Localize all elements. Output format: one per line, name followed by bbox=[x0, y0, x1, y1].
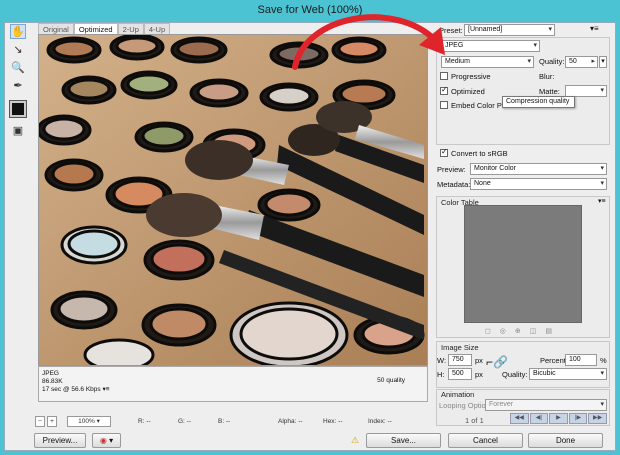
toggle-slices-icon[interactable]: ▣ bbox=[10, 123, 26, 138]
optimized-label: Optimized bbox=[451, 87, 485, 96]
animation-controls: ◀◀ ◀| ▶ |▶ ▶▶ bbox=[510, 413, 607, 424]
tab-optimized[interactable]: Optimized bbox=[73, 23, 118, 34]
height-unit: px bbox=[475, 370, 483, 379]
resample-quality-label: Quality: bbox=[502, 370, 528, 379]
width-unit: px bbox=[475, 356, 483, 365]
embed-color-profile-checkbox[interactable] bbox=[440, 101, 448, 109]
preset-select[interactable]: [Unnamed] ▾ bbox=[464, 24, 555, 36]
save-button[interactable]: Save... bbox=[366, 433, 441, 448]
preview-label: Preview: bbox=[437, 165, 466, 174]
info-quality: 50 quality bbox=[377, 377, 405, 384]
cancel-button[interactable]: Cancel bbox=[448, 433, 523, 448]
compression-quality-tooltip: Compression quality bbox=[502, 96, 575, 108]
readout-b: B: -- bbox=[218, 418, 231, 425]
eyedropper-color-swatch[interactable] bbox=[9, 100, 27, 118]
image-size-title: Image Size bbox=[441, 343, 479, 352]
resample-quality-select[interactable]: Bicubic ▾ bbox=[529, 368, 607, 380]
browser-select-button[interactable]: ◉ ▾ bbox=[92, 433, 121, 448]
percent-input[interactable]: 100 bbox=[565, 354, 597, 366]
percent-label: Percent: bbox=[540, 356, 568, 365]
readout-alpha: Alpha: -- bbox=[278, 418, 303, 425]
metadata-select[interactable]: None ▾ bbox=[470, 178, 607, 190]
optimized-checkbox[interactable] bbox=[440, 85, 448, 95]
zoom-out-button[interactable]: − bbox=[35, 416, 45, 427]
slice-select-tool-icon[interactable]: ↘ bbox=[10, 42, 26, 57]
tab-4-up[interactable]: 4-Up bbox=[143, 23, 171, 34]
height-input[interactable]: 500 bbox=[448, 368, 472, 380]
hand-tool-icon[interactable]: ✋ bbox=[10, 24, 26, 39]
readout-g: G: -- bbox=[178, 418, 191, 425]
readout-hex: Hex: -- bbox=[323, 418, 343, 425]
done-button[interactable]: Done bbox=[528, 433, 603, 448]
convert-srgb-checkbox[interactable] bbox=[440, 147, 448, 157]
file-format-select[interactable]: JPEG ▾ bbox=[441, 40, 540, 52]
color-table-tool-icons[interactable]: ◻◎⊕◫▤ bbox=[485, 327, 561, 335]
preview-color-select[interactable]: Monitor Color ▾ bbox=[470, 163, 607, 175]
previous-frame-icon[interactable]: ◀| bbox=[529, 413, 549, 424]
zoom-level-select[interactable]: 100% ▾ bbox=[67, 416, 111, 427]
quality-slider-arrow[interactable]: ▾ bbox=[599, 56, 607, 68]
percent-sign: % bbox=[600, 356, 607, 365]
height-label: H: bbox=[437, 370, 445, 379]
matte-label: Matte: bbox=[539, 87, 560, 96]
preview-button[interactable]: Preview... bbox=[34, 433, 86, 448]
constrain-proportions-link-icon[interactable]: ⌐🔗 bbox=[486, 355, 508, 369]
optimize-menu-icon[interactable]: ▾≡ bbox=[590, 24, 599, 33]
width-label: W: bbox=[437, 356, 447, 365]
color-table-menu-icon[interactable]: ▾≡ bbox=[598, 197, 606, 205]
progressive-label: Progressive bbox=[451, 72, 491, 81]
annotation-arrow bbox=[292, 14, 445, 70]
save-for-web-dialog: ✋ ↘ 🔍 ✒ ▣ Original Optimized 2-Up 4-Up J… bbox=[4, 14, 616, 451]
menu-icon[interactable]: ▾≡ bbox=[102, 386, 109, 393]
optimization-info: JPEG 86.83K 17 sec @ 56.6 Kbps ▾≡ 50 qua… bbox=[38, 366, 428, 402]
color-table-swatches bbox=[464, 205, 582, 323]
toolbox: ✋ ↘ 🔍 ✒ ▣ bbox=[9, 23, 28, 141]
view-tabs: Original Optimized 2-Up 4-Up bbox=[38, 23, 171, 34]
zoom-in-button[interactable]: + bbox=[47, 416, 57, 427]
quality-label: Quality: bbox=[539, 57, 565, 66]
looping-options-select[interactable]: Forever ▾ bbox=[485, 399, 607, 411]
first-frame-icon[interactable]: ◀◀ bbox=[510, 413, 529, 424]
metadata-label: Metadata: bbox=[437, 180, 471, 189]
animation-title: Animation bbox=[441, 390, 475, 399]
readout-r: R: -- bbox=[138, 418, 151, 425]
info-download-time: 17 sec @ 56.6 Kbps ▾≡ bbox=[42, 386, 110, 393]
blur-label: Blur: bbox=[539, 72, 555, 81]
convert-srgb-label: Convert to sRGB bbox=[451, 149, 508, 158]
status-bar: − 100% ▾ + R: -- G: -- B: -- Alpha: -- H… bbox=[33, 416, 428, 428]
warning-icon: ⚠ bbox=[351, 435, 360, 445]
frame-counter: 1 of 1 bbox=[465, 416, 484, 425]
last-frame-icon[interactable]: ▶▶ bbox=[588, 413, 607, 424]
next-frame-icon[interactable]: |▶ bbox=[568, 413, 588, 424]
quality-input[interactable]: 50 ▸ bbox=[565, 56, 598, 68]
tab-original[interactable]: Original bbox=[38, 23, 74, 34]
play-icon[interactable]: ▶ bbox=[549, 413, 568, 424]
zoom-tool-icon[interactable]: 🔍 bbox=[10, 60, 26, 75]
eyedropper-tool-icon[interactable]: ✒ bbox=[10, 78, 26, 93]
width-input[interactable]: 750 bbox=[448, 354, 472, 366]
browser-icon: ◉ bbox=[99, 436, 107, 445]
readout-index: Index: -- bbox=[368, 418, 392, 425]
info-format: JPEG bbox=[42, 370, 59, 377]
tab-2-up[interactable]: 2-Up bbox=[117, 23, 144, 34]
info-file-size: 86.83K bbox=[42, 378, 63, 385]
